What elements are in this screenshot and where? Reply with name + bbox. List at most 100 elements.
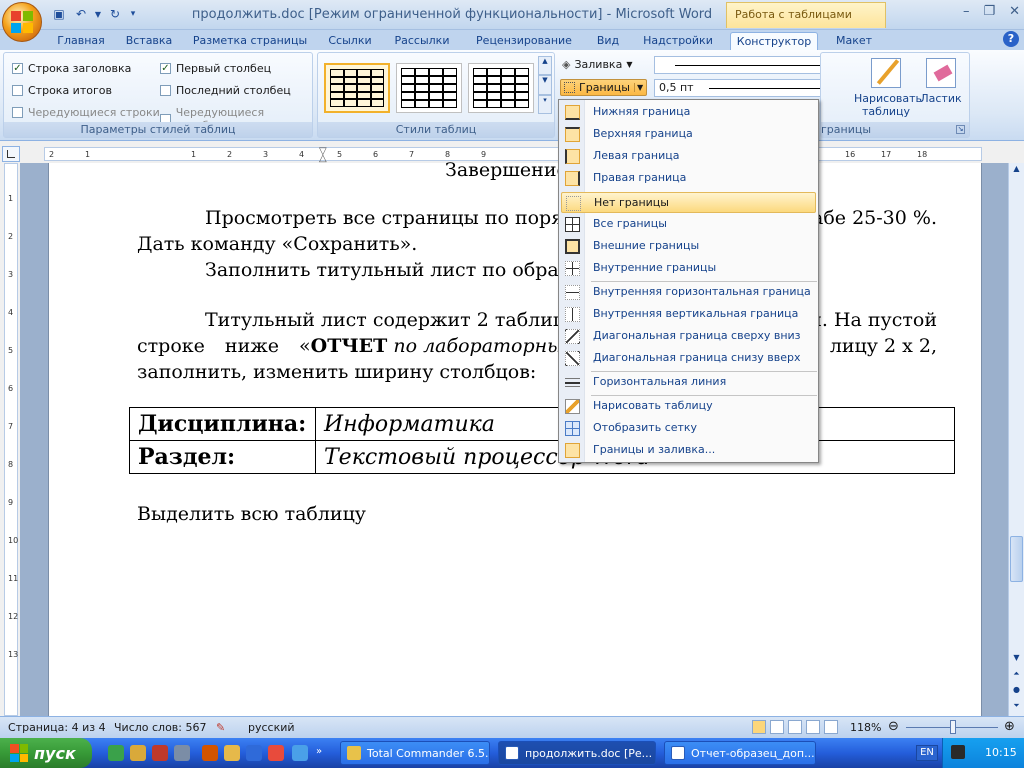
menu-item-inside-horizontal[interactable]: Внутренняя горизонтальная граница [561, 282, 816, 303]
last-column-checkbox[interactable] [160, 85, 171, 96]
page-count[interactable]: Страница: 4 из 4 [8, 721, 106, 734]
full-screen-view-button[interactable] [770, 720, 784, 734]
header-row-option[interactable]: ✓ Строка заголовка [12, 62, 131, 75]
quicklaunch-overflow-icon[interactable]: » [316, 746, 322, 757]
table-cell-key[interactable]: Раздел: [129, 440, 316, 474]
help-icon[interactable]: ? [1003, 31, 1019, 47]
document-page[interactable]: Завершение Просмотреть все страницы по п… [48, 159, 982, 716]
shading-button[interactable]: ◈ Заливка ▼ [562, 58, 632, 71]
menu-item-inside-borders[interactable]: Внутренние границы [561, 258, 816, 279]
menu-item-bottom-border[interactable]: Нижняя граница [561, 102, 816, 123]
taskbar-item-active[interactable]: продолжить.doc [Ре... [498, 741, 656, 765]
ruler-toggle[interactable] [2, 146, 20, 162]
quicklaunch-app-icon[interactable] [174, 745, 190, 761]
zoom-in-icon[interactable]: ⊕ [1004, 719, 1015, 734]
gallery-up-icon[interactable]: ▲ [538, 56, 552, 76]
menu-item-view-gridlines[interactable]: Отобразить сетку [561, 418, 816, 439]
total-row-option[interactable]: Строка итогов [12, 84, 112, 97]
menu-item-top-border[interactable]: Верхняя граница [561, 124, 816, 145]
scroll-down-icon[interactable]: ▼ [1010, 653, 1023, 667]
table-cell-key[interactable]: Дисциплина: [129, 407, 316, 441]
outline-view-button[interactable] [806, 720, 820, 734]
quicklaunch-app-icon[interactable] [292, 745, 308, 761]
quicklaunch-app-icon[interactable] [130, 745, 146, 761]
tab-layout[interactable]: Макет [826, 32, 882, 50]
proofing-icon[interactable]: ✎ [216, 721, 225, 734]
quicklaunch-app-icon[interactable] [202, 745, 218, 761]
table-style-thumb-2[interactable] [396, 63, 462, 113]
taskbar-item[interactable]: Total Commander 6.5... [340, 741, 490, 765]
close-button[interactable]: ✕ [1009, 4, 1020, 19]
menu-item-right-border[interactable]: Правая граница [561, 168, 816, 189]
menu-item-left-border[interactable]: Левая граница [561, 146, 816, 167]
tab-design[interactable]: Конструктор [730, 32, 818, 50]
restore-button[interactable]: ❐ [983, 4, 995, 19]
office-button[interactable] [2, 2, 42, 42]
tab-page-layout[interactable]: Разметка страницы [188, 32, 312, 50]
clock[interactable]: 10:15 [985, 746, 1017, 759]
quicklaunch-app-icon[interactable] [152, 745, 168, 761]
menu-item-diagonal-down[interactable]: Диагональная граница сверху вниз [561, 326, 816, 347]
prev-page-icon[interactable]: ⏶ [1010, 669, 1023, 683]
quicklaunch-app-icon[interactable] [246, 745, 262, 761]
keyboard-language[interactable]: EN [916, 745, 938, 761]
scroll-up-icon[interactable]: ▲ [1010, 164, 1023, 178]
tab-view[interactable]: Вид [590, 32, 626, 50]
banded-rows-option[interactable]: Чередующиеся строки [12, 106, 160, 119]
select-browse-object-icon[interactable]: ● [1010, 685, 1023, 699]
menu-item-all-borders[interactable]: Все границы [561, 214, 816, 235]
menu-item-draw-table[interactable]: Нарисовать таблицу [561, 396, 816, 417]
vertical-scrollbar[interactable]: ▲ ▼ ⏶ ● ⏷ [1008, 163, 1024, 716]
gallery-more-icon[interactable]: ▾ [538, 94, 552, 114]
table-style-thumb-3[interactable] [468, 63, 534, 113]
scroll-thumb[interactable] [1010, 536, 1023, 582]
header-row-checkbox[interactable]: ✓ [12, 63, 23, 74]
tab-references[interactable]: Ссылки [320, 32, 380, 50]
zoom-level[interactable]: 118% [850, 721, 881, 734]
vertical-ruler[interactable]: 1 2 3 4 5 6 7 8 9 10 11 12 13 [4, 163, 18, 716]
gallery-down-icon[interactable]: ▼ [538, 75, 552, 95]
first-column-option[interactable]: ✓ Первый столбец [160, 62, 271, 75]
menu-item-no-border[interactable]: Нет границы [561, 192, 816, 213]
quicklaunch-app-icon[interactable] [268, 745, 284, 761]
tab-review[interactable]: Рецензирование [464, 32, 584, 50]
borders-button[interactable]: Границы ▼ [560, 79, 648, 96]
dialog-launcher-icon[interactable]: ↘ [956, 125, 965, 134]
last-column-option[interactable]: Последний столбец [160, 84, 291, 97]
word-count[interactable]: Число слов: 567 [114, 721, 207, 734]
first-column-checkbox[interactable]: ✓ [160, 63, 171, 74]
tab-mailings[interactable]: Рассылки [388, 32, 456, 50]
minimize-button[interactable]: – [963, 4, 970, 19]
zoom-out-icon[interactable]: ⊖ [888, 719, 899, 734]
borders-dropdown-icon[interactable]: ▼ [633, 83, 643, 92]
banded-rows-checkbox[interactable] [12, 107, 23, 118]
draw-table-button[interactable]: Нарисовать таблицу [854, 58, 922, 118]
tab-insert[interactable]: Вставка [118, 32, 180, 50]
menu-item-outside-borders[interactable]: Внешние границы [561, 236, 816, 257]
table-row[interactable]: Дисциплина: Информатика [129, 407, 955, 441]
print-layout-view-button[interactable] [752, 720, 766, 734]
taskbar-item[interactable]: Отчет-образец_доп... [664, 741, 816, 765]
menu-item-horizontal-line[interactable]: Горизонтальная линия [561, 372, 816, 393]
document-table[interactable]: Дисциплина: Информатика Раздел: Текстовы… [129, 407, 955, 474]
web-layout-view-button[interactable] [788, 720, 802, 734]
menu-item-borders-and-shading[interactable]: Границы и заливка... [561, 440, 816, 461]
ruler-tick-label: 1 [8, 194, 14, 203]
next-page-icon[interactable]: ⏷ [1010, 701, 1023, 715]
language-indicator[interactable]: русский [248, 721, 295, 734]
tab-addins[interactable]: Надстройки [636, 32, 720, 50]
table-style-thumb-1[interactable] [324, 63, 390, 113]
zoom-slider-thumb[interactable] [950, 720, 956, 734]
menu-item-inside-vertical[interactable]: Внутренняя вертикальная граница [561, 304, 816, 325]
draft-view-button[interactable] [824, 720, 838, 734]
tab-home[interactable]: Главная [52, 32, 110, 50]
total-row-checkbox[interactable] [12, 85, 23, 96]
start-button[interactable]: пуск [0, 738, 92, 768]
word-doc-icon [671, 746, 685, 760]
quicklaunch-app-icon[interactable] [224, 745, 240, 761]
table-row[interactable]: Раздел: Текстовый процессор Word [129, 440, 955, 474]
menu-item-diagonal-up[interactable]: Диагональная граница снизу вверх [561, 348, 816, 369]
eraser-button[interactable]: Ластик [910, 58, 972, 105]
quicklaunch-app-icon[interactable] [108, 745, 124, 761]
tray-app-icon[interactable] [951, 745, 965, 759]
